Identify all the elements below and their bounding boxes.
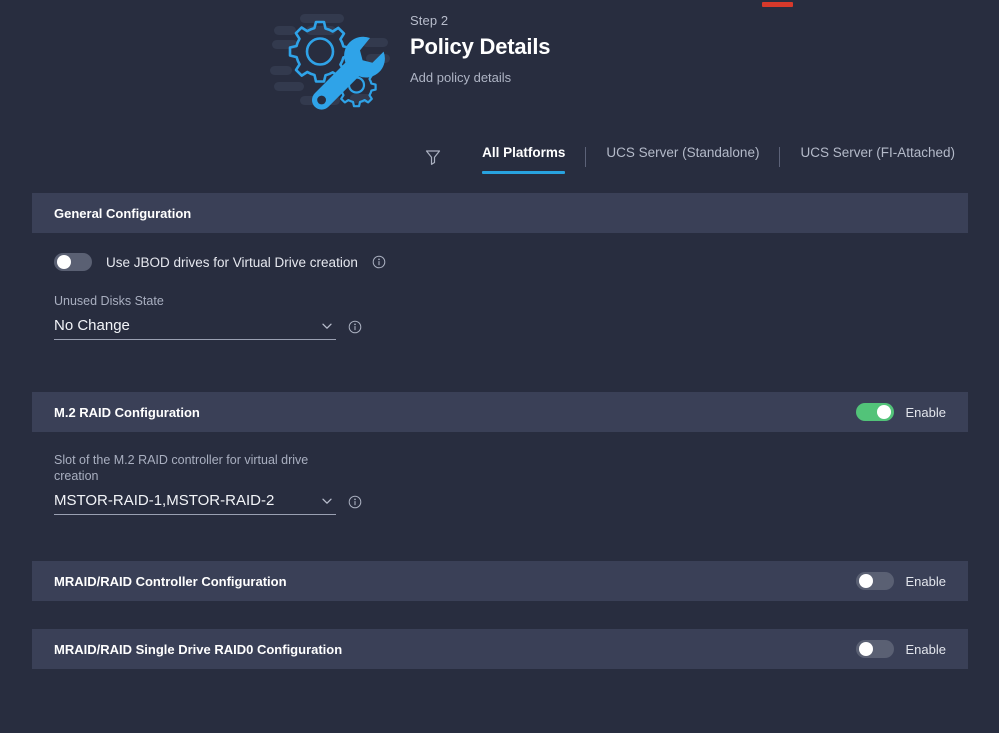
- section-body-general-configuration: Use JBOD drives for Virtual Drive creati…: [32, 233, 968, 364]
- info-circle-icon[interactable]: [348, 320, 362, 334]
- chevron-down-icon[interactable]: [320, 494, 334, 508]
- section-body-m2-raid-configuration: Slot of the M.2 RAID controller for virt…: [32, 432, 968, 539]
- section-enable-toggle-wrap: Enable: [855, 640, 946, 658]
- m2-slot-value: MSTOR-RAID-1,MSTOR-RAID-2: [54, 492, 275, 509]
- step-label: Step 2: [410, 13, 449, 28]
- m2-slot-field: Slot of the M.2 RAID controller for virt…: [54, 452, 946, 515]
- tab-ucs-server-standalone[interactable]: UCS Server (Standalone): [592, 140, 773, 174]
- tab-active-underline: [482, 171, 566, 174]
- page-header: Step 2 Policy Details Add policy details: [0, 0, 999, 128]
- platform-tabbar: All Platforms UCS Server (Standalone) UC…: [422, 140, 969, 174]
- unused-disks-state-value: No Change: [54, 317, 130, 334]
- unused-disks-state-select[interactable]: No Change: [54, 317, 336, 340]
- policy-details-page: Step 2 Policy Details Add policy details…: [0, 0, 999, 733]
- tab-ucs-server-standalone-label: UCS Server (Standalone): [606, 145, 760, 160]
- section-header-m2-raid-configuration: M.2 RAID Configuration Enable: [32, 392, 968, 432]
- jbod-toggle-row: Use JBOD drives for Virtual Drive creati…: [54, 253, 946, 271]
- unused-disks-state-label: Unused Disks State: [54, 294, 164, 308]
- toggle-knob: [858, 642, 873, 656]
- section-header-mraid-controller-configuration: MRAID/RAID Controller Configuration Enab…: [32, 561, 968, 601]
- section-general-configuration: General Configuration Use JBOD drives fo…: [32, 193, 968, 364]
- section-enable-toggle-wrap: Enable: [855, 403, 946, 421]
- mraid-controller-enable-toggle[interactable]: [855, 572, 894, 590]
- tab-ucs-server-fi-attached[interactable]: UCS Server (FI-Attached): [786, 140, 969, 174]
- policy-sections: General Configuration Use JBOD drives fo…: [32, 193, 968, 669]
- mraid-controller-enable-label: Enable: [905, 573, 946, 589]
- header-text-block: Step 2 Policy Details Add policy details: [410, 12, 550, 87]
- section-title: MRAID/RAID Controller Configuration: [54, 573, 287, 589]
- tab-all-platforms[interactable]: All Platforms: [468, 140, 579, 174]
- section-enable-toggle-wrap: Enable: [855, 572, 946, 590]
- mraid-single-drive-raid0-enable-label: Enable: [905, 641, 946, 657]
- section-title: MRAID/RAID Single Drive RAID0 Configurat…: [54, 641, 343, 657]
- section-header-general-configuration: General Configuration: [32, 193, 968, 233]
- tab-ucs-server-fi-attached-label: UCS Server (FI-Attached): [800, 145, 955, 160]
- jbod-drives-toggle[interactable]: [54, 253, 92, 271]
- m2-raid-enable-label: Enable: [905, 404, 946, 420]
- info-circle-icon[interactable]: [348, 495, 362, 509]
- section-header-mraid-single-drive-raid0-configuration: MRAID/RAID Single Drive RAID0 Configurat…: [32, 629, 968, 669]
- info-circle-icon[interactable]: [372, 255, 386, 269]
- toggle-knob: [858, 574, 873, 588]
- page-title: Policy Details: [410, 34, 551, 59]
- chevron-down-icon[interactable]: [320, 319, 334, 333]
- tab-divider: [779, 147, 781, 167]
- unused-disks-state-field: Unused Disks State No Change: [54, 293, 946, 340]
- tab-divider: [585, 147, 587, 167]
- section-title: M.2 RAID Configuration: [54, 404, 200, 420]
- toggle-knob: [57, 255, 71, 269]
- gear-wrench-illustration: [266, 8, 394, 112]
- filter-funnel-icon[interactable]: [422, 146, 444, 168]
- toggle-knob: [876, 405, 891, 419]
- m2-slot-select-row: MSTOR-RAID-1,MSTOR-RAID-2: [54, 492, 946, 515]
- section-m2-raid-configuration: M.2 RAID Configuration Enable Slot of th…: [32, 392, 968, 539]
- m2-raid-enable-toggle[interactable]: [855, 403, 894, 421]
- m2-slot-select[interactable]: MSTOR-RAID-1,MSTOR-RAID-2: [54, 492, 336, 515]
- m2-slot-label: Slot of the M.2 RAID controller for virt…: [54, 453, 309, 483]
- tab-all-platforms-label: All Platforms: [482, 145, 566, 160]
- jbod-drives-label: Use JBOD drives for Virtual Drive creati…: [106, 254, 358, 270]
- section-title: General Configuration: [54, 205, 192, 221]
- mraid-single-drive-raid0-enable-toggle[interactable]: [855, 640, 894, 658]
- section-mraid-controller-configuration: MRAID/RAID Controller Configuration Enab…: [32, 561, 968, 601]
- unused-disks-state-select-row: No Change: [54, 317, 946, 340]
- page-subtitle: Add policy details: [410, 70, 512, 85]
- section-mraid-single-drive-raid0-configuration: MRAID/RAID Single Drive RAID0 Configurat…: [32, 629, 968, 669]
